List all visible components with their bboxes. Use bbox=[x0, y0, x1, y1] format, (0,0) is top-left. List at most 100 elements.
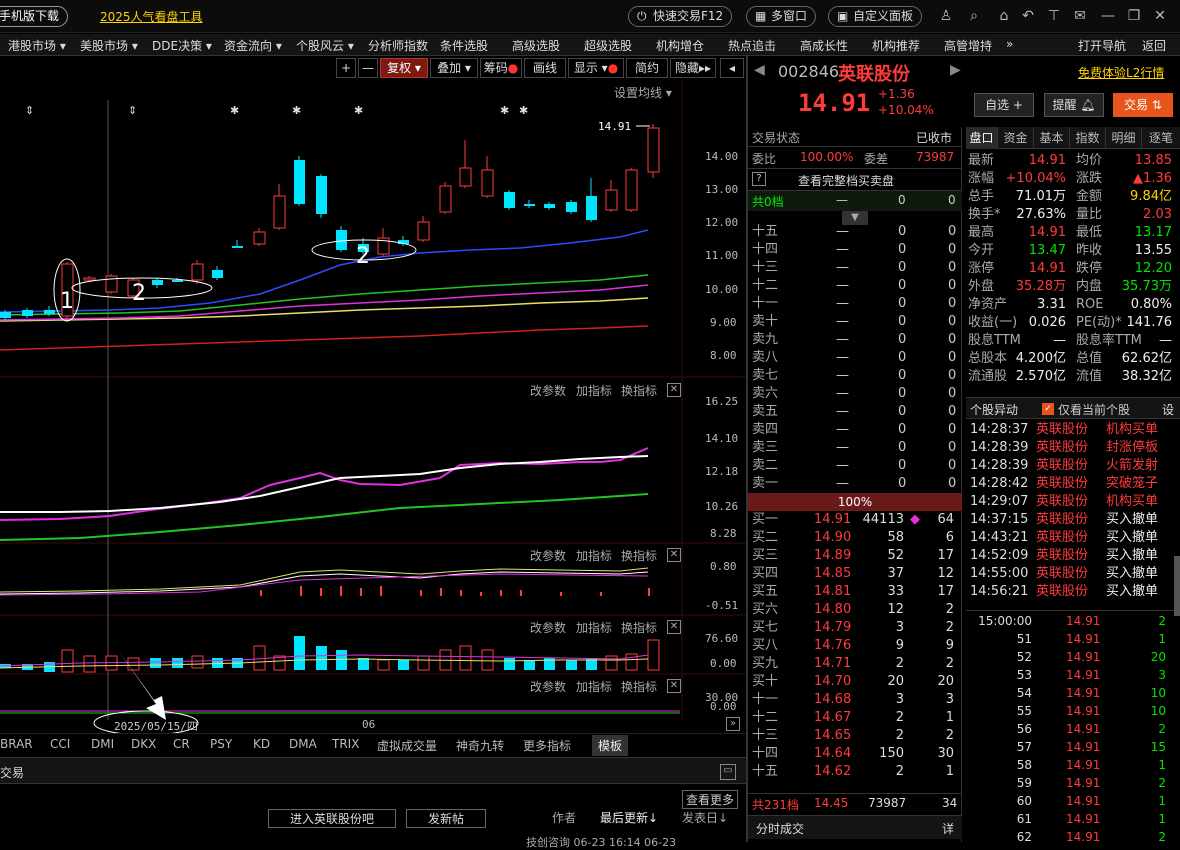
switch-indicator-button[interactable]: 换指标 bbox=[621, 678, 657, 695]
new-post-button[interactable]: 发新帖 bbox=[406, 809, 486, 828]
alert-row[interactable]: 14:55:00 英联股份 买入撤单 bbox=[966, 565, 1176, 583]
shirt-icon[interactable]: ⊤ bbox=[1046, 8, 1062, 24]
close-panel-icon[interactable]: ✕ bbox=[667, 383, 681, 397]
buy-row[interactable]: 买九 14.71 2 2 bbox=[748, 655, 958, 673]
free-l2-link[interactable]: 免费体验L2行情 bbox=[1078, 64, 1164, 81]
enter-forum-button[interactable]: 进入英联股份吧 bbox=[268, 809, 396, 828]
tab-index[interactable]: 指数 bbox=[1070, 127, 1106, 149]
change-param-button[interactable]: 改参数 bbox=[530, 382, 566, 399]
trade-button[interactable]: 交易 ⇅ bbox=[1113, 93, 1173, 117]
add-indicator-button[interactable]: 加指标 bbox=[576, 619, 612, 636]
tab-trade[interactable]: 交易 bbox=[0, 764, 24, 781]
sell-row[interactable]: 卖九 — 0 0 bbox=[748, 331, 958, 349]
nav-item[interactable]: 资金流向 ▾ bbox=[224, 37, 282, 54]
alert-row[interactable]: 14:52:09 英联股份 买入撤单 bbox=[966, 547, 1176, 565]
alert-button[interactable]: 提醒 🔔︎ bbox=[1044, 93, 1104, 117]
buy-row[interactable]: 买五 14.81 33 17 bbox=[748, 583, 958, 601]
only-current-label[interactable]: 仅看当前个股 bbox=[1058, 401, 1130, 418]
nav-item[interactable]: 分析师指数 bbox=[368, 37, 428, 54]
nav-item[interactable]: 热点追击 bbox=[728, 37, 776, 54]
close-panel-icon[interactable]: ✕ bbox=[667, 679, 681, 693]
tab-magic-nine[interactable]: 神奇九转 bbox=[456, 737, 504, 754]
sell-row[interactable]: 卖三 — 0 0 bbox=[748, 439, 958, 457]
sell-row[interactable]: 卖十 — 0 0 bbox=[748, 313, 958, 331]
buy-row[interactable]: 十三 14.65 2 2 bbox=[748, 727, 958, 745]
fenshi-label[interactable]: 分时成交 bbox=[756, 820, 804, 837]
sell-row[interactable]: 十四 — 0 0 bbox=[748, 241, 958, 259]
prev-stock-icon[interactable]: ◀ bbox=[754, 62, 765, 78]
watchlist-button[interactable]: 自选 + bbox=[974, 93, 1034, 117]
adjust-button[interactable]: 复权 ▾ bbox=[380, 58, 428, 78]
nav-item[interactable]: 港股市场 ▾ bbox=[8, 37, 66, 54]
tab-funds[interactable]: 资金 bbox=[998, 127, 1034, 149]
tab-kd[interactable]: KD bbox=[253, 737, 270, 751]
custom-panel-button[interactable]: ▣ 自定义面板 bbox=[828, 6, 923, 27]
tab-dma[interactable]: DMA bbox=[289, 737, 317, 751]
sell-row[interactable]: 卖四 — 0 0 bbox=[748, 421, 958, 439]
sell-row[interactable]: 十二 — 0 0 bbox=[748, 277, 958, 295]
tab-template[interactable]: 模板 bbox=[592, 735, 629, 756]
alerts-settings-button[interactable]: 设 bbox=[1162, 401, 1174, 418]
zoom-in-button[interactable]: + bbox=[336, 58, 356, 78]
sell-row[interactable]: 卖一 — 0 0 bbox=[748, 475, 958, 493]
change-param-button[interactable]: 改参数 bbox=[530, 547, 566, 564]
tab-pankou[interactable]: 盘口 bbox=[966, 127, 998, 149]
sell-row[interactable]: 十一 — 0 0 bbox=[748, 295, 958, 313]
buy-row[interactable]: 买十 14.70 20 20 bbox=[748, 673, 958, 691]
tab-virtual-volume[interactable]: 虚拟成交量 bbox=[377, 737, 437, 754]
nav-item[interactable]: DDE决策 ▾ bbox=[152, 37, 212, 54]
buy-row[interactable]: 买四 14.85 37 12 bbox=[748, 565, 958, 583]
buy-row[interactable]: 买八 14.76 9 9 bbox=[748, 637, 958, 655]
collapse-icon[interactable]: ◂ bbox=[720, 58, 744, 78]
simple-button[interactable]: 简约 bbox=[626, 58, 668, 78]
scroll-right-icon[interactable]: » bbox=[726, 717, 740, 731]
buy-row[interactable]: 买三 14.89 52 17 bbox=[748, 547, 958, 565]
sell-row[interactable]: 卖五 — 0 0 bbox=[748, 403, 958, 421]
switch-indicator-button[interactable]: 换指标 bbox=[621, 382, 657, 399]
overlay-button[interactable]: 叠加 ▾ bbox=[430, 58, 478, 78]
change-param-button[interactable]: 改参数 bbox=[530, 619, 566, 636]
chip-button[interactable]: 筹码● bbox=[480, 58, 522, 78]
close-panel-icon[interactable]: ✕ bbox=[667, 620, 681, 634]
tab-detail[interactable]: 明细 bbox=[1106, 127, 1142, 149]
sell-row[interactable]: 十三 — 0 0 bbox=[748, 259, 958, 277]
alert-row[interactable]: 14:29:07 英联股份 机构买单 bbox=[966, 493, 1176, 511]
nav-item[interactable]: 机构增仓 bbox=[656, 37, 704, 54]
help-icon[interactable]: ? bbox=[752, 172, 766, 186]
sell-row[interactable]: 卖六 — 0 0 bbox=[748, 385, 958, 403]
scrollbar[interactable] bbox=[1174, 556, 1180, 616]
close-panel-icon[interactable]: ✕ bbox=[667, 548, 681, 562]
alert-row[interactable]: 14:28:39 英联股份 封涨停板 bbox=[966, 439, 1176, 457]
tab-dmi[interactable]: DMI bbox=[91, 737, 114, 751]
checkbox-icon[interactable]: ✓ bbox=[1042, 403, 1054, 415]
zoom-out-button[interactable]: — bbox=[358, 58, 378, 78]
sell-row[interactable]: 卖八 — 0 0 bbox=[748, 349, 958, 367]
panel-minimize-icon[interactable]: ▭ bbox=[720, 764, 736, 780]
switch-indicator-button[interactable]: 换指标 bbox=[621, 619, 657, 636]
tab-more-indicators[interactable]: 更多指标 bbox=[523, 737, 571, 754]
post-date-header[interactable]: 发表日↓ bbox=[682, 809, 728, 826]
draw-line-button[interactable]: 画线 bbox=[524, 58, 566, 78]
user-icon[interactable]: ♙ bbox=[938, 8, 954, 24]
buy-row[interactable]: 买一 14.91 44113 64 ◆ bbox=[748, 511, 958, 529]
alert-row[interactable]: 14:37:15 英联股份 买入撤单 bbox=[966, 511, 1176, 529]
fenshi-detail-button[interactable]: 详 bbox=[942, 820, 954, 837]
restore-icon[interactable]: ❐ bbox=[1126, 8, 1142, 24]
tab-cci[interactable]: CCI bbox=[50, 737, 70, 751]
next-stock-icon[interactable]: ▶ bbox=[950, 62, 961, 78]
nav-item[interactable]: 条件选股 bbox=[440, 37, 488, 54]
quick-trade-button[interactable]: ⏻ 快速交易F12 bbox=[628, 6, 733, 27]
close-icon[interactable]: ✕ bbox=[1152, 8, 1168, 24]
buy-row[interactable]: 买二 14.90 58 6 bbox=[748, 529, 958, 547]
tab-cr[interactable]: CR bbox=[173, 737, 190, 751]
alert-row[interactable]: 14:28:42 英联股份 突破笼子 bbox=[966, 475, 1176, 493]
switch-indicator-button[interactable]: 换指标 bbox=[621, 547, 657, 564]
hide-button[interactable]: 隐藏▸▸ bbox=[670, 58, 716, 78]
nav-item[interactable]: 高级选股 bbox=[512, 37, 560, 54]
full-depth-link[interactable]: 查看完整档买卖盘 bbox=[798, 172, 894, 189]
change-param-button[interactable]: 改参数 bbox=[530, 678, 566, 695]
sell-row[interactable]: 卖七 — 0 0 bbox=[748, 367, 958, 385]
add-indicator-button[interactable]: 加指标 bbox=[576, 547, 612, 564]
tab-psy[interactable]: PSY bbox=[210, 737, 232, 751]
nav-item[interactable]: 机构推荐 bbox=[872, 37, 920, 54]
